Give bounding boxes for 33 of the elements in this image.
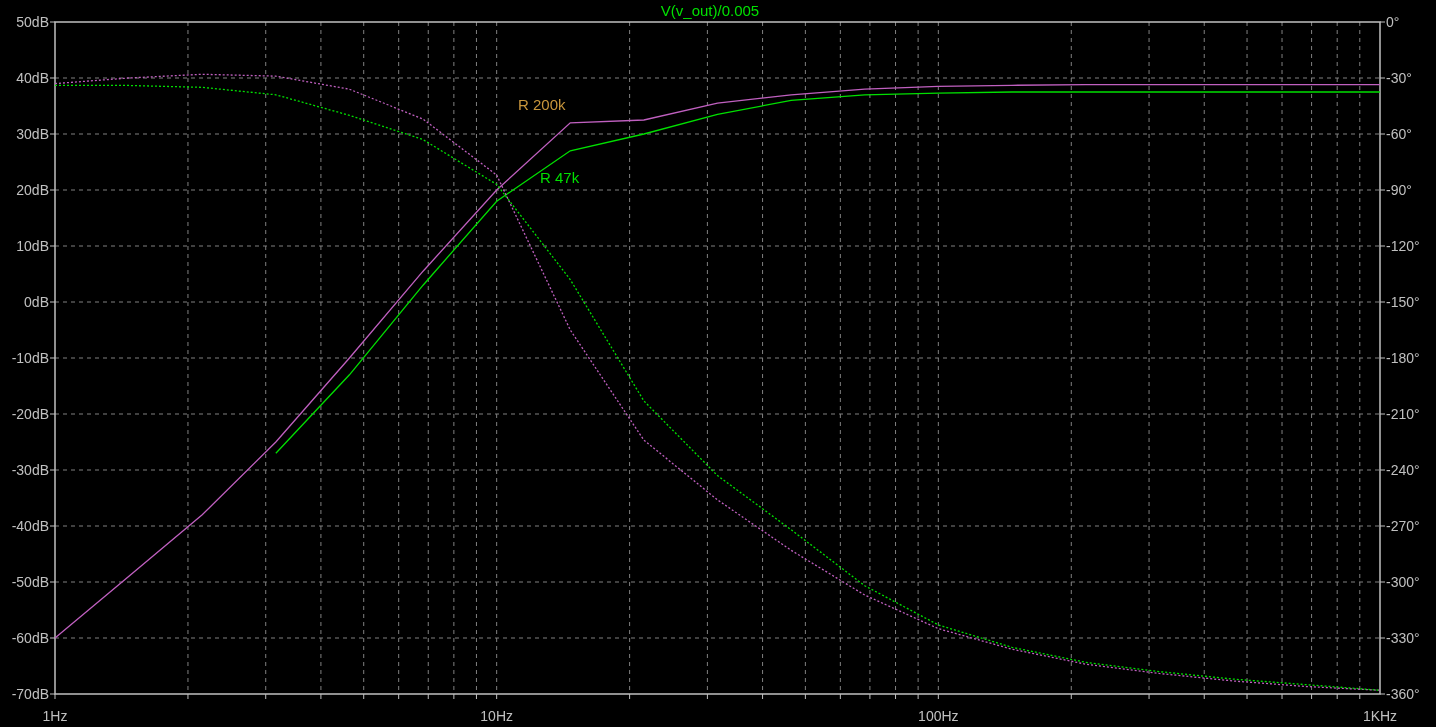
axis-tick-label: -10dB	[11, 350, 49, 366]
axis-tick-label: -270°	[1386, 518, 1420, 534]
axis-tick-label: 10Hz	[480, 708, 513, 724]
axis-tick-label: -360°	[1386, 686, 1420, 702]
axis-tick-label: 0dB	[24, 294, 49, 310]
axis-tick-label: 30dB	[16, 126, 49, 142]
axis-tick-label: -210°	[1386, 406, 1420, 422]
axis-tick-label: -150°	[1386, 294, 1420, 310]
axis-tick-label: -40dB	[11, 518, 49, 534]
axis-tick-label: -90°	[1386, 182, 1412, 198]
axis-tick-label: -50dB	[11, 574, 49, 590]
axis-tick-label: -70dB	[11, 686, 49, 702]
axis-tick-label: -330°	[1386, 630, 1420, 646]
trace-label: R 200k	[518, 96, 566, 113]
axis-tick-label: 1Hz	[42, 708, 68, 724]
axis-tick-label: -60°	[1386, 126, 1412, 142]
axis-tick-label: -180°	[1386, 350, 1420, 366]
axis-tick-label: 1KHz	[1362, 708, 1398, 724]
axis-tick-label: -30°	[1386, 70, 1412, 86]
plot-title: V(v_out)/0.005	[660, 2, 760, 19]
axis-tick-label: 40dB	[16, 70, 49, 86]
axis-tick-label: 10dB	[16, 238, 49, 254]
axis-tick-label: 20dB	[16, 182, 49, 198]
axis-tick-label: -20dB	[11, 406, 49, 422]
axis-tick-label: 100Hz	[918, 708, 959, 724]
axis-tick-label: -300°	[1386, 574, 1420, 590]
axis-tick-label: -240°	[1386, 462, 1420, 478]
axis-tick-label: 0°	[1386, 14, 1400, 30]
axis-tick-label: 50dB	[16, 14, 49, 30]
axis-tick-label: -30dB	[11, 462, 49, 478]
trace-label: R 47k	[540, 169, 580, 186]
axis-tick-label: -120°	[1386, 238, 1420, 254]
axis-tick-label: -60dB	[11, 630, 49, 646]
